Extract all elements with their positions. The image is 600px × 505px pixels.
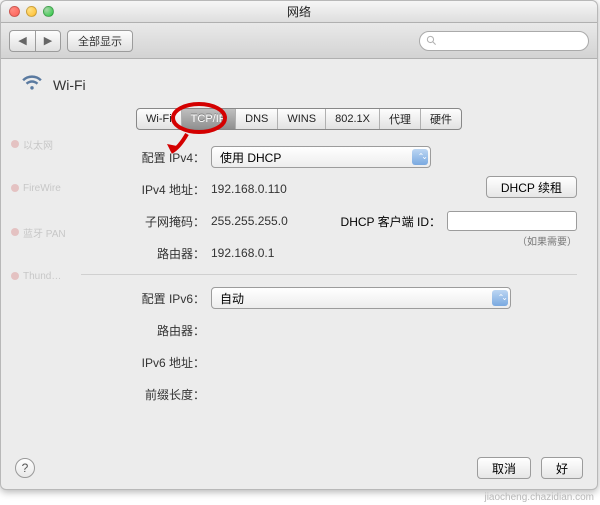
window-title: 网络 — [287, 3, 311, 20]
cancel-button[interactable]: 取消 — [477, 457, 531, 479]
footer: ? 取消 好 — [1, 457, 597, 479]
zoom-window-button[interactable] — [43, 6, 54, 17]
ipv6-router-label: 路由器： — [81, 322, 211, 339]
ipv4-address-label: IPv4 地址： — [81, 181, 211, 198]
close-window-button[interactable] — [9, 6, 20, 17]
tab-hardware[interactable]: 硬件 — [421, 109, 461, 129]
tab-wins[interactable]: WINS — [278, 109, 326, 129]
dhcp-client-id-hint: （如果需要） — [517, 233, 577, 248]
tab-8021x[interactable]: 802.1X — [326, 109, 380, 129]
service-name: Wi-Fi — [53, 77, 86, 93]
dhcp-renew-button[interactable]: DHCP 续租 — [486, 176, 577, 198]
dhcp-client-id-input[interactable] — [447, 211, 577, 231]
ok-button[interactable]: 好 — [541, 457, 583, 479]
back-button[interactable]: ◀ — [9, 30, 35, 52]
tab-tcpip[interactable]: TCP/IP — [182, 109, 236, 129]
tab-bar: Wi-Fi TCP/IP DNS WINS 802.1X 代理 硬件 — [1, 108, 597, 130]
forward-button[interactable]: ▶ — [35, 30, 61, 52]
configure-ipv6-label: 配置 IPv6： — [81, 290, 211, 307]
titlebar: 网络 — [1, 1, 597, 23]
configure-ipv6-select[interactable]: 自动 — [211, 287, 511, 309]
show-all-button[interactable]: 全部显示 — [67, 30, 133, 52]
router-label: 路由器： — [81, 245, 211, 262]
configure-ipv4-label: 配置 IPv4： — [81, 149, 211, 166]
tab-proxy[interactable]: 代理 — [380, 109, 421, 129]
subnet-mask-label: 子网掩码： — [81, 213, 211, 230]
dhcp-client-id-label: DHCP 客户端 ID： — [341, 213, 441, 230]
search-input[interactable] — [419, 31, 589, 51]
watermark-text: jiaocheng.chazidian.com — [484, 492, 594, 503]
tab-dns[interactable]: DNS — [236, 109, 278, 129]
subnet-mask-value: 255.255.255.0 — [211, 214, 288, 228]
toolbar: ◀ ▶ 全部显示 — [1, 23, 597, 59]
search-icon — [426, 35, 437, 46]
service-header: Wi-Fi — [1, 59, 597, 106]
router-value: 192.168.0.1 — [211, 246, 274, 260]
tab-wifi[interactable]: Wi-Fi — [137, 109, 182, 129]
wifi-icon — [19, 69, 45, 100]
minimize-window-button[interactable] — [26, 6, 37, 17]
ipv6-address-label: IPv6 地址： — [81, 354, 211, 371]
help-button[interactable]: ? — [15, 458, 35, 478]
tcpip-panel: 配置 IPv4： 使用 DHCP IPv4 地址： 192.168.0.110 … — [61, 130, 597, 425]
separator — [81, 274, 577, 275]
prefix-length-label: 前缀长度： — [81, 386, 211, 403]
configure-ipv4-select[interactable]: 使用 DHCP — [211, 146, 431, 168]
ipv4-address-value: 192.168.0.110 — [211, 182, 287, 196]
